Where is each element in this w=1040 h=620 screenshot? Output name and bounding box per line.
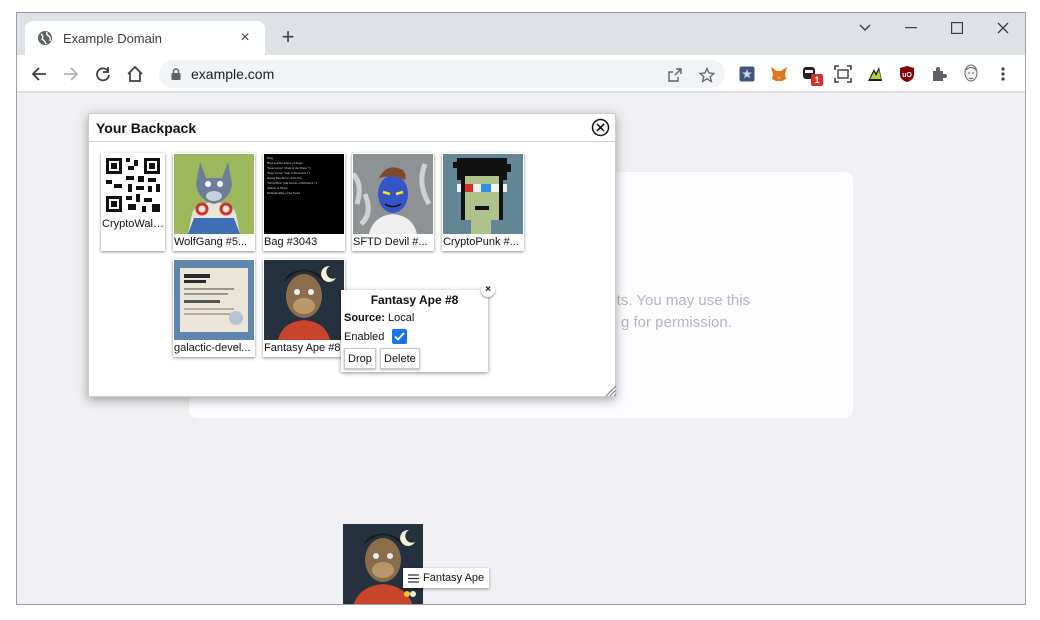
screenshot-icon[interactable] [834, 65, 852, 83]
page-text-line1: ents. You may use this [600, 292, 751, 309]
forward-button[interactable] [59, 62, 83, 86]
browser-window: Example Domain × + example.com 1 uO ents… [16, 12, 1026, 605]
certificate-nft-image [174, 260, 254, 340]
backpack-header[interactable]: Your Backpack [89, 114, 615, 142]
backpack-extension-icon[interactable]: 1 [802, 65, 823, 86]
backpack-item-wolfgang[interactable]: WolfGang #5... [173, 153, 255, 251]
wolf-nft-image [174, 154, 254, 234]
back-button[interactable] [27, 62, 51, 86]
share-icon[interactable] [665, 65, 685, 85]
new-tab-button[interactable]: + [277, 26, 299, 49]
item-label: SFTD Devil #... [353, 236, 428, 248]
source-label: Source: [344, 312, 385, 324]
popup-close-button[interactable]: × [481, 283, 495, 297]
bag-nft-image: Ring Hard Leather Armor of Anger "Rune Gra… [264, 154, 344, 234]
tab-strip: Example Domain × + [17, 13, 1025, 55]
qr-code-icon [102, 154, 164, 216]
home-button[interactable] [123, 62, 147, 86]
drag-label: Fantasy Ape [423, 572, 485, 584]
browser-tab[interactable]: Example Domain × [25, 21, 265, 55]
maximize-button[interactable] [934, 13, 980, 43]
url-text: example.com [191, 66, 275, 82]
source-value: Local [388, 312, 415, 324]
browser-menu-icon[interactable] [994, 65, 1012, 83]
backpack-item-sftd-devil[interactable]: SFTD Devil #... [352, 153, 434, 251]
cryptopunk-nft-image [443, 154, 523, 234]
hamburger-icon [408, 573, 419, 583]
item-label: CryptoWallet [102, 218, 164, 230]
svg-text:uO: uO [902, 72, 912, 79]
minimize-button[interactable] [888, 13, 934, 43]
item-detail-popup: Fantasy Ape #8 Source: Local Enabled Dro… [341, 283, 495, 372]
ape-nft-image [264, 260, 344, 340]
extension-badge: 1 [811, 74, 823, 86]
globe-icon [38, 31, 52, 45]
devil-nft-image [353, 154, 433, 234]
checkmark-icon [394, 332, 406, 341]
tab-title: Example Domain [63, 30, 162, 46]
profile-avatar-icon[interactable] [962, 64, 980, 83]
source-row: Source: Local [344, 312, 414, 324]
tab-close-icon[interactable]: × [237, 29, 253, 47]
green-extension-icon[interactable] [866, 65, 884, 83]
metamask-fox-icon[interactable] [770, 65, 788, 83]
lock-icon [171, 68, 181, 80]
popup-title: Fantasy Ape #8 [370, 293, 459, 307]
address-bar[interactable]: example.com [159, 60, 725, 88]
delete-button[interactable]: Delete [380, 348, 420, 369]
bookmark-star-icon[interactable] [697, 65, 717, 85]
backpack-item-bag[interactable]: Ring Hard Leather Armor of Anger "Rune Gra… [263, 153, 345, 251]
item-label: galactic-devel... [174, 342, 251, 354]
page-text-line2: g for permission. [621, 314, 732, 331]
backpack-item-fantasy-ape[interactable]: Fantasy Ape #8 [263, 259, 345, 357]
enabled-checkbox[interactable] [392, 329, 408, 344]
resize-grip-icon[interactable] [603, 383, 617, 397]
backpack-title: Your Backpack [96, 119, 197, 136]
item-label: Bag #3043 [264, 236, 318, 248]
drop-button[interactable]: Drop [344, 348, 376, 369]
enabled-label: Enabled [344, 330, 385, 343]
item-label: WolfGang #5... [174, 236, 248, 248]
tab-search-icon[interactable] [842, 13, 888, 43]
backpack-item-cryptopunk[interactable]: CryptoPunk #... [442, 153, 524, 251]
enabled-row: Enabled [344, 329, 408, 344]
bag-line: Platinum Ring of the Twins [267, 191, 301, 195]
drag-label-chip[interactable]: Fantasy Ape [403, 568, 490, 588]
star-extension-icon[interactable] [738, 65, 756, 83]
puzzle-extensions-icon[interactable] [930, 65, 948, 83]
browser-toolbar: example.com 1 uO [17, 55, 1025, 92]
reload-button[interactable] [91, 62, 115, 86]
close-window-button[interactable] [980, 13, 1025, 43]
item-label: Fantasy Ape #8 [264, 342, 341, 354]
close-icon[interactable] [591, 118, 610, 137]
item-label: CryptoPunk #... [443, 236, 519, 248]
dragged-ape-image[interactable] [343, 524, 423, 604]
backpack-item-galactic-developments[interactable]: galactic-devel... [173, 259, 255, 357]
ublock-shield-icon[interactable]: uO [898, 65, 916, 83]
backpack-item-cryptowallet[interactable]: CryptoWallet [101, 153, 165, 251]
